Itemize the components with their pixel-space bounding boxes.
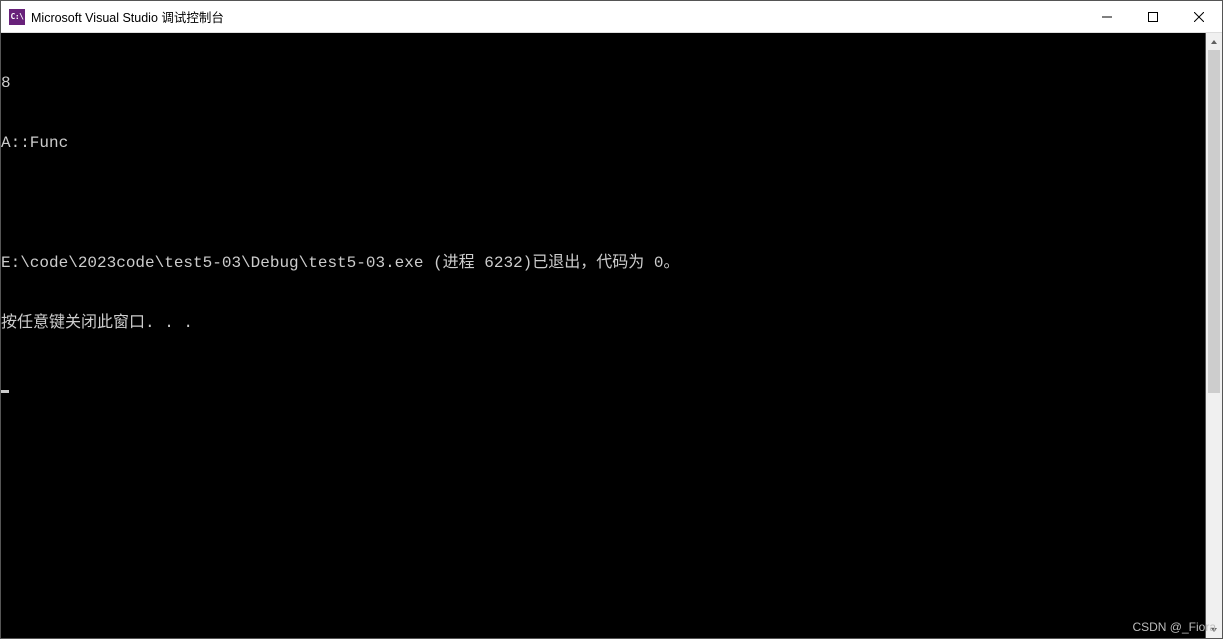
text-cursor [1,390,9,393]
console-line: E:\code\2023code\test5-03\Debug\test5-03… [1,253,1205,273]
app-window: C:\ Microsoft Visual Studio 调试控制台 8 A::F… [0,0,1223,639]
console-line: 按任意键关闭此窗口. . . [1,313,1205,333]
console-line: 8 [1,73,1205,93]
vertical-scrollbar[interactable] [1205,33,1222,638]
app-icon: C:\ [9,9,25,25]
scroll-up-button[interactable] [1206,33,1222,50]
console-line: A::Func [1,133,1205,153]
titlebar-left: C:\ Microsoft Visual Studio 调试控制台 [1,7,1084,26]
scroll-thumb[interactable] [1208,50,1220,393]
scroll-track[interactable] [1206,50,1222,621]
console-cursor-line [1,373,1205,393]
maximize-button[interactable] [1130,1,1176,32]
close-button[interactable] [1176,1,1222,32]
window-title: Microsoft Visual Studio 调试控制台 [31,7,224,26]
window-controls [1084,1,1222,32]
minimize-button[interactable] [1084,1,1130,32]
console-wrap: 8 A::Func E:\code\2023code\test5-03\Debu… [1,33,1222,638]
titlebar[interactable]: C:\ Microsoft Visual Studio 调试控制台 [1,1,1222,33]
console-output[interactable]: 8 A::Func E:\code\2023code\test5-03\Debu… [1,33,1205,638]
scroll-down-button[interactable] [1206,621,1222,638]
console-line [1,193,1205,213]
